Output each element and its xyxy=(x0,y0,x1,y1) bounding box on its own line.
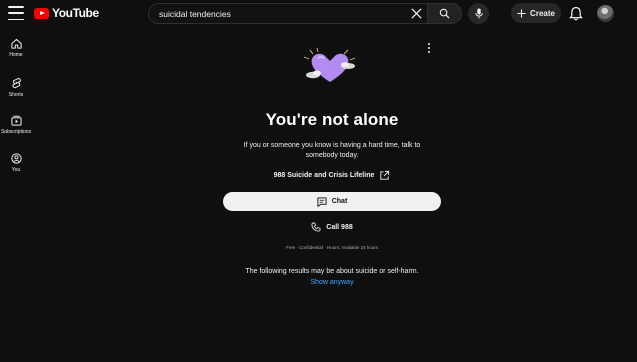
more-options-icon[interactable] xyxy=(425,42,433,54)
results-warning: The following results may be about suici… xyxy=(245,268,419,275)
create-button[interactable]: Create xyxy=(511,3,561,23)
home-icon xyxy=(10,38,22,49)
account-avatar[interactable] xyxy=(597,5,614,22)
sidebar-item-shorts[interactable]: Shorts xyxy=(0,77,32,98)
lifeline-link[interactable]: 988 Suicide and Crisis Lifeline xyxy=(223,170,441,181)
call-label: Call 988 xyxy=(326,223,353,231)
plus-icon xyxy=(517,8,526,18)
sidebar-item-home[interactable]: Home xyxy=(0,38,32,58)
sidebar-item-you[interactable]: You xyxy=(0,153,32,173)
search-input[interactable] xyxy=(159,4,399,23)
masthead: YouTube Create xyxy=(0,0,637,27)
guide-menu-icon[interactable] xyxy=(8,6,24,20)
search-box xyxy=(148,3,427,24)
youtube-logo[interactable]: YouTube xyxy=(34,6,99,20)
notifications-bell-icon[interactable] xyxy=(569,6,583,21)
clear-search-icon[interactable] xyxy=(410,7,423,20)
youtube-play-icon xyxy=(34,7,49,19)
search-button[interactable] xyxy=(427,3,462,24)
availability-info: Free · Confidential · Hours: Available 2… xyxy=(285,245,379,250)
lifeline-label: 988 Suicide and Crisis Lifeline xyxy=(273,172,375,179)
sidebar-item-label: Home xyxy=(9,52,23,58)
microphone-icon xyxy=(474,8,483,19)
you-icon xyxy=(10,153,22,164)
headline: You're not alone xyxy=(265,110,399,129)
create-label: Create xyxy=(530,8,555,18)
sidebar-item-subscriptions[interactable]: Subscriptions xyxy=(0,115,32,135)
support-message: If you or someone you know is having a h… xyxy=(243,142,421,159)
call-button[interactable]: Call 988 xyxy=(223,220,441,234)
show-anyway-link[interactable]: Show anyway xyxy=(283,279,381,286)
sidebar-item-label: You xyxy=(11,167,21,173)
chat-icon xyxy=(317,196,327,207)
heart-illustration xyxy=(303,48,356,82)
shorts-icon xyxy=(11,77,21,89)
phone-icon xyxy=(311,222,321,232)
subscriptions-icon xyxy=(10,115,22,126)
external-link-icon xyxy=(380,170,390,180)
logo-text: YouTube xyxy=(52,6,99,20)
search-icon xyxy=(439,8,450,19)
chat-label: Chat xyxy=(331,198,348,205)
sidebar-item-label: Shorts xyxy=(8,92,24,98)
chat-button[interactable]: Chat xyxy=(223,192,441,211)
voice-search-button[interactable] xyxy=(468,3,489,24)
sidebar-item-label: Subscriptions xyxy=(0,129,31,135)
